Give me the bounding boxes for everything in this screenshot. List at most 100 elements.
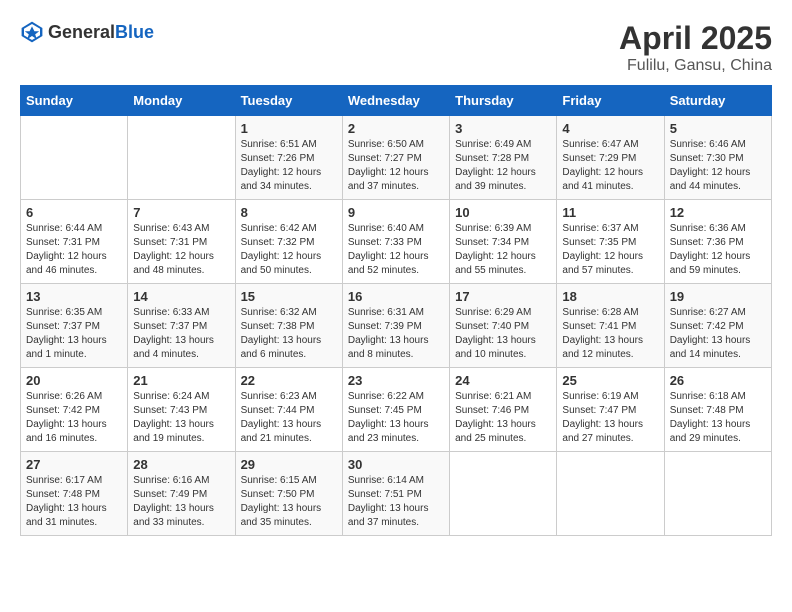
- title-block: April 2025 Fulilu, Gansu, China: [619, 20, 772, 75]
- header-sunday: Sunday: [21, 86, 128, 116]
- calendar-cell: 30Sunrise: 6:14 AM Sunset: 7:51 PM Dayli…: [342, 452, 449, 536]
- header-wednesday: Wednesday: [342, 86, 449, 116]
- logo-icon: [20, 20, 44, 44]
- cell-content: Sunrise: 6:47 AM Sunset: 7:29 PM Dayligh…: [562, 138, 658, 194]
- calendar-cell: 23 Sunrise: 6:22 AM Sunset: 7:45 PM Dayli…: [342, 368, 449, 452]
- cell-content: Sunrise: 6:17 AM Sunset: 7:48 PM Dayligh…: [26, 474, 122, 530]
- cell-content: Sunrise: 6:24 AM Sunset: 7:43 PM Dayligh…: [133, 390, 229, 446]
- cell-content: Sunrise: 6:39 AM Sunset: 7:34 PM Dayligh…: [455, 222, 551, 278]
- logo-blue-text: Blue: [115, 22, 154, 42]
- calendar-cell: [21, 116, 128, 200]
- cell-content: Sunrise: 6:37 AM Sunset: 7:35 PM Dayligh…: [562, 222, 658, 278]
- day-number: 30: [348, 457, 444, 472]
- calendar-cell: 2 Sunrise: 6:50 AM Sunset: 7:27 PM Daylig…: [342, 116, 449, 200]
- location-title: Fulilu, Gansu, China: [619, 57, 772, 75]
- calendar-cell: 12Sunrise: 6:36 AM Sunset: 7:36 PM Dayli…: [664, 200, 771, 284]
- calendar-cell: 20 Sunrise: 6:26 AM Sunset: 7:42 PM Dayli…: [21, 368, 128, 452]
- cell-content: Sunrise: 6:50 AM Sunset: 7:27 PM Dayligh…: [348, 138, 444, 194]
- cell-content: Sunrise: 6:15 AM Sunset: 7:50 PM Dayligh…: [241, 474, 337, 530]
- header-tuesday: Tuesday: [235, 86, 342, 116]
- day-number: 10: [455, 205, 551, 220]
- logo-general-text: General: [48, 22, 115, 42]
- day-number: 22: [241, 373, 337, 388]
- day-number: 5: [670, 121, 766, 136]
- calendar-cell: [664, 452, 771, 536]
- week-row-1: 1 Sunrise: 6:51 AM Sunset: 7:26 PM Daylig…: [21, 116, 772, 200]
- day-number: 4: [562, 121, 658, 136]
- day-number: 28: [133, 457, 229, 472]
- calendar-cell: 29 Sunrise: 6:15 AM Sunset: 7:50 PM Dayli…: [235, 452, 342, 536]
- cell-content: Sunrise: 6:33 AM Sunset: 7:37 PM Dayligh…: [133, 306, 229, 362]
- week-row-2: 6 Sunrise: 6:44 AM Sunset: 7:31 PM Daylig…: [21, 200, 772, 284]
- month-title: April 2025: [619, 20, 772, 57]
- cell-content: Sunrise: 6:44 AM Sunset: 7:31 PM Dayligh…: [26, 222, 122, 278]
- calendar-cell: 15 Sunrise: 6:32 AM Sunset: 7:38 PM Dayli…: [235, 284, 342, 368]
- calendar-table: SundayMondayTuesdayWednesdayThursdayFrid…: [20, 85, 772, 536]
- calendar-cell: 13 Sunrise: 6:35 AM Sunset: 7:37 PM Dayli…: [21, 284, 128, 368]
- day-number: 9: [348, 205, 444, 220]
- day-number: 26: [670, 373, 766, 388]
- day-number: 11: [562, 205, 658, 220]
- week-row-5: 27 Sunrise: 6:17 AM Sunset: 7:48 PM Dayli…: [21, 452, 772, 536]
- calendar-cell: 4 Sunrise: 6:47 AM Sunset: 7:29 PM Daylig…: [557, 116, 664, 200]
- calendar-cell: 14 Sunrise: 6:33 AM Sunset: 7:37 PM Dayli…: [128, 284, 235, 368]
- calendar-cell: 9Sunrise: 6:40 AM Sunset: 7:33 PM Daylig…: [342, 200, 449, 284]
- calendar-cell: 25Sunrise: 6:19 AM Sunset: 7:47 PM Dayli…: [557, 368, 664, 452]
- calendar-cell: 16 Sunrise: 6:31 AM Sunset: 7:39 PM Dayli…: [342, 284, 449, 368]
- day-number: 2: [348, 121, 444, 136]
- logo: GeneralBlue: [20, 20, 154, 44]
- week-row-3: 13 Sunrise: 6:35 AM Sunset: 7:37 PM Dayli…: [21, 284, 772, 368]
- day-number: 19: [670, 289, 766, 304]
- calendar-cell: 6 Sunrise: 6:44 AM Sunset: 7:31 PM Daylig…: [21, 200, 128, 284]
- day-number: 14: [133, 289, 229, 304]
- calendar-cell: 7Sunrise: 6:43 AM Sunset: 7:31 PM Daylig…: [128, 200, 235, 284]
- day-number: 1: [241, 121, 337, 136]
- header-saturday: Saturday: [664, 86, 771, 116]
- cell-content: Sunrise: 6:42 AM Sunset: 7:32 PM Dayligh…: [241, 222, 337, 278]
- day-number: 15: [241, 289, 337, 304]
- day-number: 29: [241, 457, 337, 472]
- header-thursday: Thursday: [450, 86, 557, 116]
- day-number: 21: [133, 373, 229, 388]
- calendar-cell: 24Sunrise: 6:21 AM Sunset: 7:46 PM Dayli…: [450, 368, 557, 452]
- calendar-cell: 18Sunrise: 6:28 AM Sunset: 7:41 PM Dayli…: [557, 284, 664, 368]
- calendar-cell: [450, 452, 557, 536]
- cell-content: Sunrise: 6:35 AM Sunset: 7:37 PM Dayligh…: [26, 306, 122, 362]
- calendar-cell: 5 Sunrise: 6:46 AM Sunset: 7:30 PM Daylig…: [664, 116, 771, 200]
- cell-content: Sunrise: 6:29 AM Sunset: 7:40 PM Dayligh…: [455, 306, 551, 362]
- cell-content: Sunrise: 6:22 AM Sunset: 7:45 PM Dayligh…: [348, 390, 444, 446]
- cell-content: Sunrise: 6:32 AM Sunset: 7:38 PM Dayligh…: [241, 306, 337, 362]
- calendar-cell: 19Sunrise: 6:27 AM Sunset: 7:42 PM Dayli…: [664, 284, 771, 368]
- day-number: 20: [26, 373, 122, 388]
- day-number: 18: [562, 289, 658, 304]
- cell-content: Sunrise: 6:19 AM Sunset: 7:47 PM Dayligh…: [562, 390, 658, 446]
- calendar-cell: 10 Sunrise: 6:39 AM Sunset: 7:34 PM Dayli…: [450, 200, 557, 284]
- calendar-cell: 21 Sunrise: 6:24 AM Sunset: 7:43 PM Dayli…: [128, 368, 235, 452]
- day-number: 6: [26, 205, 122, 220]
- day-number: 7: [133, 205, 229, 220]
- calendar-cell: 1 Sunrise: 6:51 AM Sunset: 7:26 PM Daylig…: [235, 116, 342, 200]
- cell-content: Sunrise: 6:23 AM Sunset: 7:44 PM Dayligh…: [241, 390, 337, 446]
- calendar-cell: 11 Sunrise: 6:37 AM Sunset: 7:35 PM Dayli…: [557, 200, 664, 284]
- calendar-cell: [128, 116, 235, 200]
- cell-content: Sunrise: 6:49 AM Sunset: 7:28 PM Dayligh…: [455, 138, 551, 194]
- calendar-cell: [557, 452, 664, 536]
- page-header: GeneralBlue April 2025 Fulilu, Gansu, Ch…: [20, 20, 772, 75]
- day-number: 13: [26, 289, 122, 304]
- cell-content: Sunrise: 6:46 AM Sunset: 7:30 PM Dayligh…: [670, 138, 766, 194]
- calendar-cell: 8Sunrise: 6:42 AM Sunset: 7:32 PM Daylig…: [235, 200, 342, 284]
- calendar-cell: 27 Sunrise: 6:17 AM Sunset: 7:48 PM Dayli…: [21, 452, 128, 536]
- cell-content: Sunrise: 6:31 AM Sunset: 7:39 PM Dayligh…: [348, 306, 444, 362]
- calendar-cell: 28Sunrise: 6:16 AM Sunset: 7:49 PM Dayli…: [128, 452, 235, 536]
- day-number: 24: [455, 373, 551, 388]
- cell-content: Sunrise: 6:51 AM Sunset: 7:26 PM Dayligh…: [241, 138, 337, 194]
- calendar-cell: 26 Sunrise: 6:18 AM Sunset: 7:48 PM Dayli…: [664, 368, 771, 452]
- header-friday: Friday: [557, 86, 664, 116]
- header-monday: Monday: [128, 86, 235, 116]
- cell-content: Sunrise: 6:26 AM Sunset: 7:42 PM Dayligh…: [26, 390, 122, 446]
- day-number: 27: [26, 457, 122, 472]
- week-row-4: 20 Sunrise: 6:26 AM Sunset: 7:42 PM Dayli…: [21, 368, 772, 452]
- cell-content: Sunrise: 6:18 AM Sunset: 7:48 PM Dayligh…: [670, 390, 766, 446]
- day-number: 16: [348, 289, 444, 304]
- day-number: 23: [348, 373, 444, 388]
